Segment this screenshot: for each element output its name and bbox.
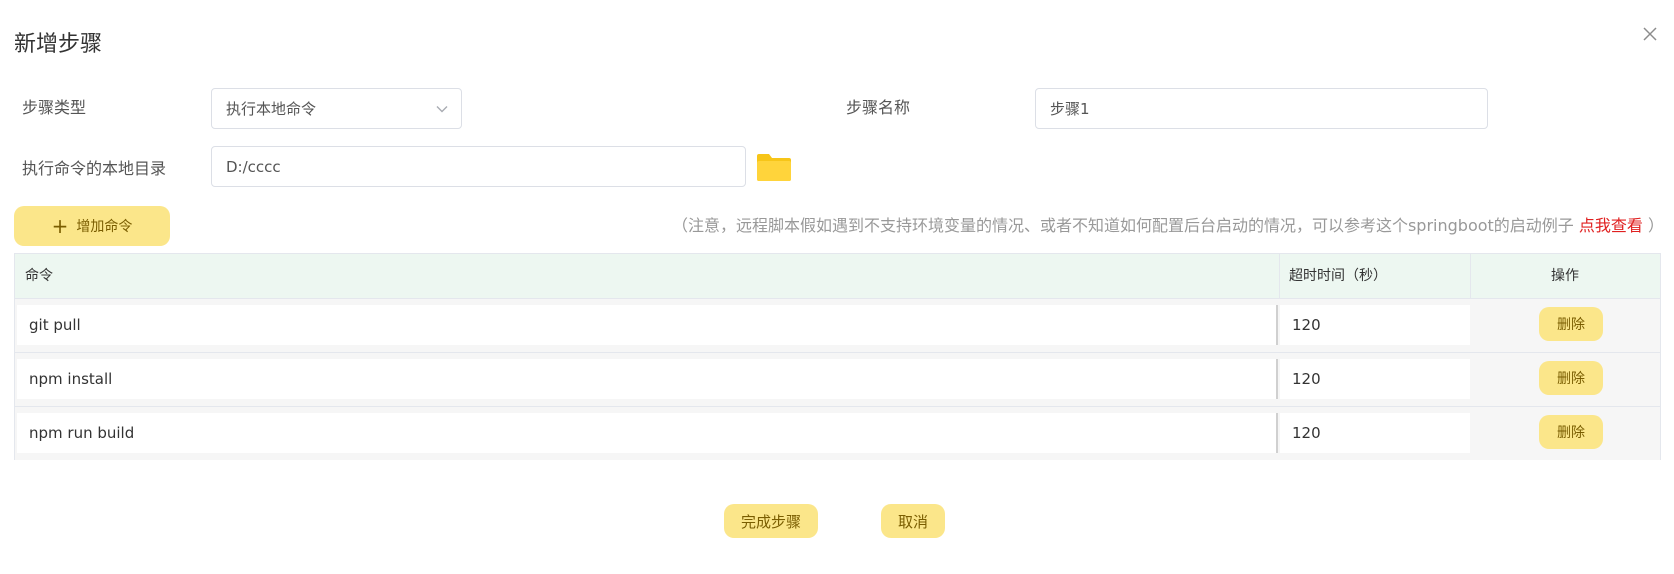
cancel-button[interactable]: 取消: [881, 504, 945, 538]
step-type-label: 步骤类型: [22, 98, 87, 117]
timeout-input[interactable]: 120: [1280, 413, 1470, 453]
notice-end: ）: [1642, 216, 1664, 235]
table-row: git pull 120 删除: [15, 298, 1660, 352]
chevron-down-icon: [435, 102, 449, 116]
timeout-input[interactable]: 120: [1280, 305, 1470, 345]
table-row: npm install 120 删除: [15, 352, 1660, 406]
header-command: 命令: [25, 268, 53, 284]
close-icon[interactable]: [1640, 24, 1660, 44]
step-type-value: 执行本地命令: [226, 100, 317, 118]
local-dir-value: D:/cccc: [226, 157, 281, 176]
add-command-label: 增加命令: [76, 219, 133, 235]
command-input[interactable]: git pull: [17, 305, 1278, 345]
step-name-value: 步骤1: [1050, 100, 1090, 118]
header-divider: [1279, 254, 1280, 298]
command-input[interactable]: npm run build: [17, 413, 1278, 453]
folder-icon[interactable]: [756, 152, 792, 182]
timeout-input[interactable]: 120: [1280, 359, 1470, 399]
command-table: 命令 超时时间（秒） 操作 git pull 120 删除 npm instal…: [14, 253, 1661, 460]
table-row: npm run build 120 删除: [15, 406, 1660, 460]
header-timeout: 超时时间（秒）: [1289, 268, 1387, 284]
header-operation: 操作: [1551, 268, 1579, 284]
delete-button[interactable]: 删除: [1539, 307, 1603, 341]
view-example-link[interactable]: 点我查看: [1579, 216, 1643, 235]
table-header: 命令 超时时间（秒） 操作: [15, 254, 1660, 298]
step-name-label: 步骤名称: [846, 98, 911, 117]
step-name-input[interactable]: 步骤1: [1035, 88, 1488, 129]
notice-text: （注意，远程脚本假如遇到不支持环境变量的情况、或者不知道如何配置后台启动的情况，…: [672, 212, 1664, 236]
plus-icon: +: [51, 214, 69, 238]
delete-button[interactable]: 删除: [1539, 415, 1603, 449]
local-dir-label: 执行命令的本地目录: [22, 159, 167, 178]
step-type-select[interactable]: 执行本地命令: [211, 88, 462, 129]
local-dir-input[interactable]: D:/cccc: [211, 146, 746, 187]
add-step-dialog: 新增步骤 步骤类型 执行本地命令 步骤名称 步骤1 执行命令的本地目录 D:/c…: [0, 0, 1674, 574]
command-input[interactable]: npm install: [17, 359, 1278, 399]
delete-button[interactable]: 删除: [1539, 361, 1603, 395]
notice-body: （注意，远程脚本假如遇到不支持环境变量的情况、或者不知道如何配置后台启动的情况，…: [671, 216, 1579, 235]
finish-step-button[interactable]: 完成步骤: [724, 504, 818, 538]
add-command-button[interactable]: + 增加命令: [14, 206, 170, 246]
dialog-title: 新增步骤: [14, 32, 103, 57]
